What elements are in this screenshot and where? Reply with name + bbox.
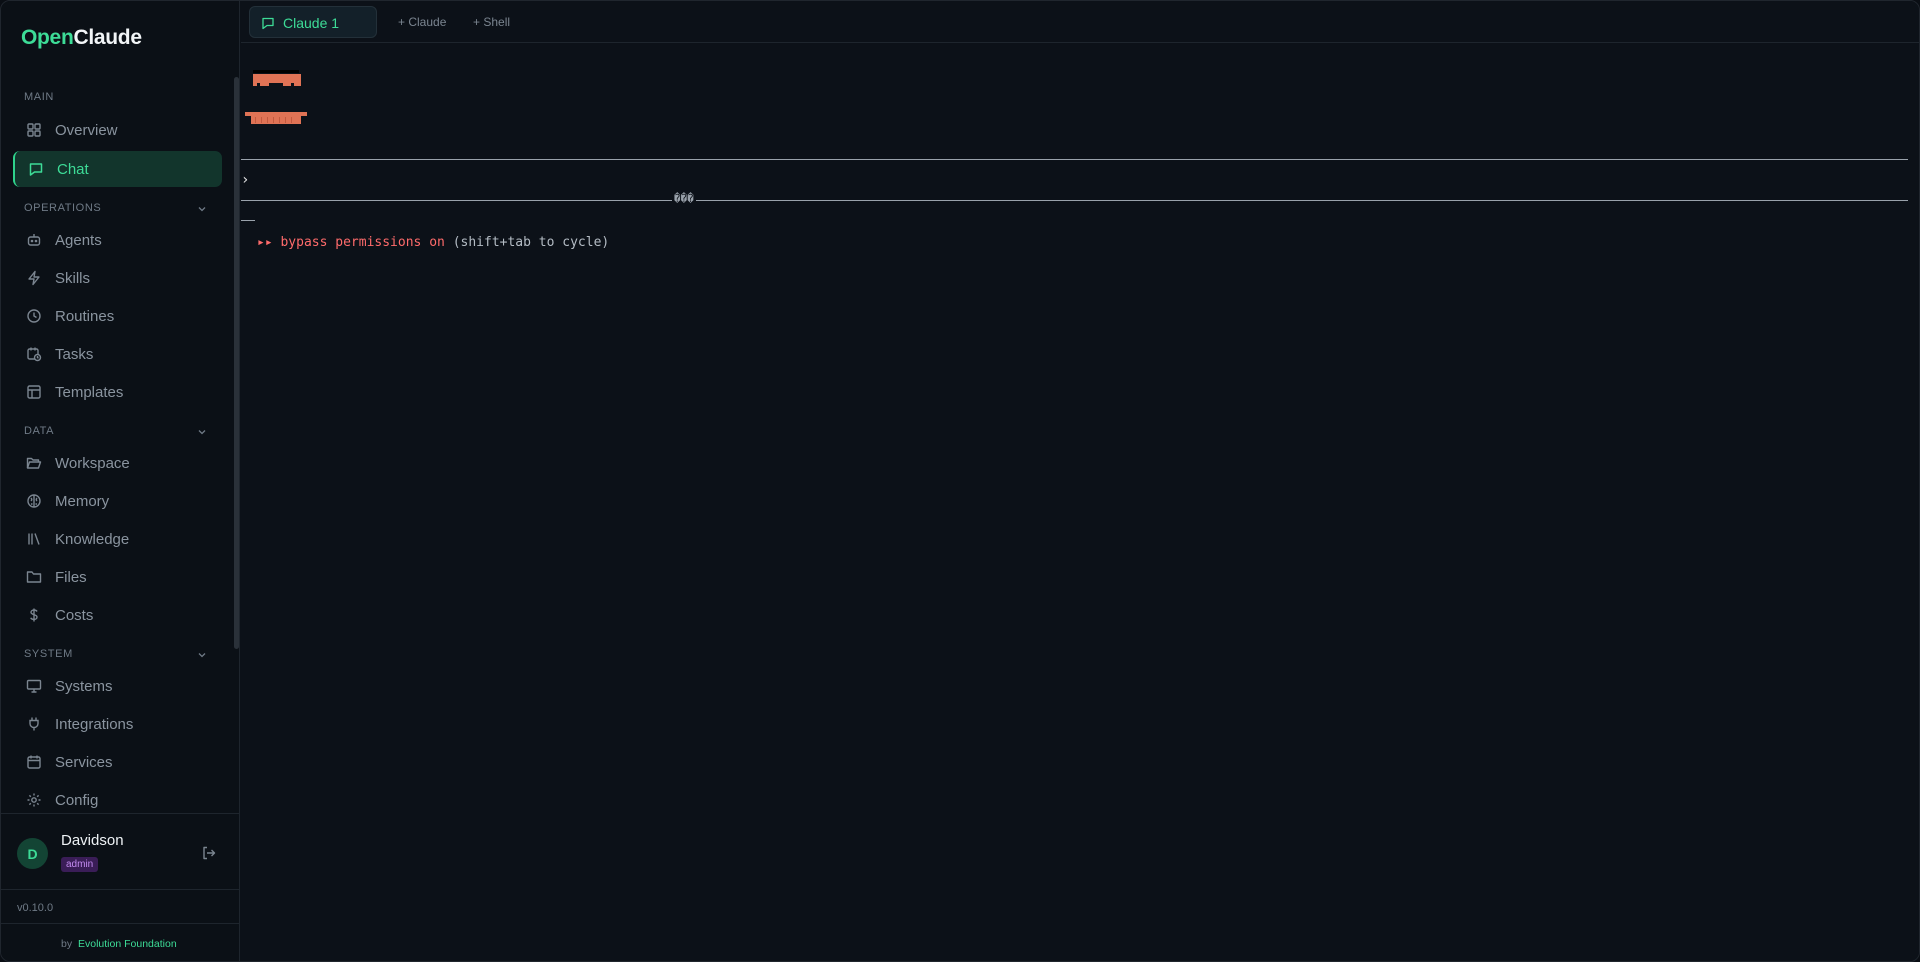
calendar-clock-icon [27, 347, 42, 362]
sidebar-item-systems[interactable]: Systems [13, 668, 222, 704]
logo-part-open: Open [21, 26, 74, 49]
sidebar-item-knowledge[interactable]: Knowledge [13, 521, 222, 557]
sidebar-item-skills[interactable]: Skills [13, 260, 222, 296]
credit-by: by [61, 938, 73, 950]
sidebar-item-label: Tasks [55, 345, 94, 363]
role-badge: admin [61, 857, 99, 872]
tab-claude-1[interactable]: Claude 1 [249, 6, 377, 38]
sidebar-item-memory[interactable]: Memory [13, 483, 222, 519]
version-bar: v0.10.0 [1, 889, 240, 924]
credit-link[interactable]: Evolution Foundation [78, 938, 177, 950]
prompt-symbol: › [241, 172, 250, 188]
bolt-icon [28, 270, 40, 286]
sidebar-item-label: Files [55, 568, 87, 586]
section-operations-title: OPERATIONS [24, 202, 102, 214]
credit-bar: by Evolution Foundation [1, 923, 240, 961]
folder-icon [26, 571, 42, 583]
logout-icon[interactable] [201, 845, 217, 861]
sidebar-item-label: Systems [55, 677, 113, 695]
bot-icon [27, 234, 41, 246]
status-hint: (shift+tab to cycle) [452, 235, 610, 250]
sidebar-item-overview[interactable]: Overview [13, 112, 222, 148]
message-icon [29, 163, 43, 176]
avatar[interactable]: D [17, 838, 48, 869]
add-shell-tab-button[interactable]: + Shell [473, 15, 510, 29]
app-logo[interactable]: OpenClaude [21, 26, 142, 50]
sidebar-item-label: Costs [55, 606, 94, 624]
sidebar-item-templates[interactable]: Templates [13, 374, 222, 410]
section-system-title: SYSTEM [24, 648, 73, 660]
sidebar-item-label: Config [55, 791, 99, 809]
chevron-down-icon[interactable] [197, 650, 207, 660]
sidebar-item-label: Skills [55, 269, 91, 287]
sidebar-item-services[interactable]: Services [13, 744, 222, 780]
sidebar-item-routines[interactable]: Routines [13, 298, 222, 334]
plug-icon [29, 717, 39, 731]
app-window: OpenClaude MAIN Overview Chat OPERATIONS… [0, 0, 1920, 962]
permission-status: ▸▸ bypass permissions on (shift+tab to c… [257, 235, 609, 250]
sidebar-item-label: Workspace [55, 454, 130, 472]
cursor-underline [241, 220, 255, 221]
add-claude-tab-button[interactable]: + Claude [398, 15, 446, 29]
sidebar-item-agents[interactable]: Agents [13, 222, 222, 258]
folder-open-icon [26, 457, 42, 469]
input-divider-top [241, 159, 1908, 160]
sidebar-item-label: Integrations [55, 715, 134, 733]
status-arrows-icon: ▸▸ [257, 235, 273, 250]
sidebar-item-workspace[interactable]: Workspace [13, 445, 222, 481]
dollar-icon [30, 608, 38, 622]
sidebar-item-label: Services [55, 753, 113, 771]
message-icon [262, 17, 274, 30]
chevron-down-icon[interactable] [197, 204, 207, 214]
sidebar-item-chat[interactable]: Chat [13, 151, 222, 187]
ascii-art-logo [245, 70, 307, 124]
main-panel: Claude 1 + Claude + Shell › ��� ▸▸ bypas… [241, 1, 1919, 961]
sidebar: OpenClaude MAIN Overview Chat OPERATIONS… [1, 1, 240, 961]
sidebar-item-label: Memory [55, 492, 110, 510]
user-panel: D Davidson admin [1, 813, 240, 889]
replacement-glyphs: ��� [672, 192, 696, 205]
sidebar-scrollbar[interactable] [234, 77, 239, 649]
sidebar-item-label: Templates [55, 383, 124, 401]
sidebar-item-tasks[interactable]: Tasks [13, 336, 222, 372]
sidebar-item-files[interactable]: Files [13, 559, 222, 595]
sidebar-item-integrations[interactable]: Integrations [13, 706, 222, 742]
logo-part-claude: Claude [73, 26, 142, 49]
sidebar-item-costs[interactable]: Costs [13, 597, 222, 633]
monitor-icon [26, 679, 42, 693]
input-divider-bottom [241, 200, 1908, 201]
layout-icon [27, 385, 41, 399]
status-text: bypass permissions on [280, 235, 445, 250]
user-name: Davidson [61, 832, 124, 849]
tab-bar: Claude 1 + Claude + Shell [241, 1, 1919, 43]
grid-icon [27, 123, 41, 137]
tab-label: Claude 1 [283, 15, 340, 31]
sidebar-item-label: Overview [55, 121, 118, 139]
sidebar-item-label: Agents [55, 231, 102, 249]
brain-icon [27, 494, 41, 508]
version-label: v0.10.0 [17, 902, 54, 914]
sidebar-item-label: Chat [57, 160, 89, 178]
sidebar-item-label: Routines [55, 307, 115, 325]
section-main-title: MAIN [24, 91, 54, 103]
chevron-down-icon[interactable] [197, 427, 207, 437]
clock-icon [27, 309, 41, 323]
section-data-title: DATA [24, 425, 55, 437]
sidebar-item-label: Knowledge [55, 530, 130, 548]
gear-icon [27, 793, 41, 807]
library-icon [28, 533, 40, 545]
calendar-icon [27, 755, 41, 769]
